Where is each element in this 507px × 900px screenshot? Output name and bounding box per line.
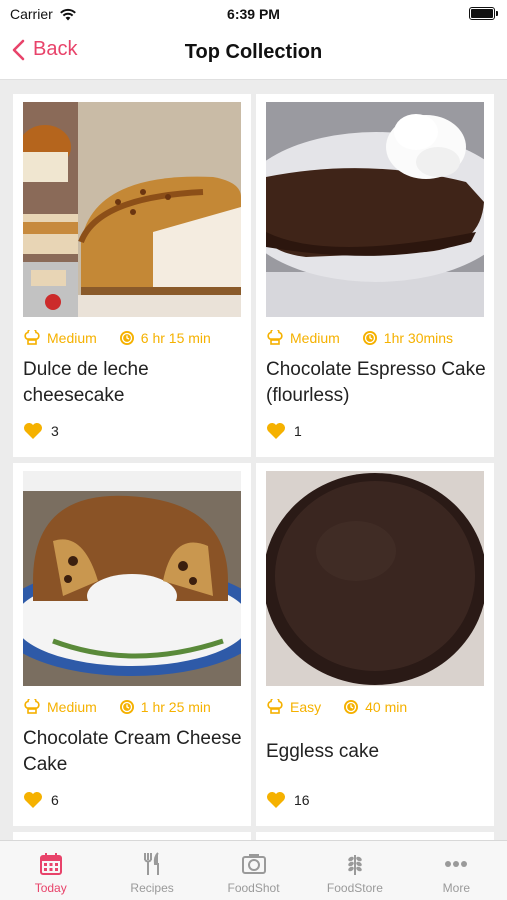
- chef-hat-icon: [267, 330, 283, 345]
- recipe-card-chocolate-cream-cheese[interactable]: Medium 1 hr 25 min Chocolate Cream Chees…: [13, 463, 251, 826]
- tab-recipes[interactable]: Recipes: [101, 841, 202, 900]
- recipe-card-partial[interactable]: [13, 832, 251, 840]
- like-count[interactable]: 6: [23, 791, 59, 809]
- battery-icon: [469, 7, 498, 20]
- recipe-card-chocolate-espresso[interactable]: Medium 1hr 30mins Chocolate Espresso Cak…: [256, 94, 494, 457]
- heart-icon: [267, 423, 285, 439]
- difficulty-label: Medium: [47, 330, 97, 346]
- cook-time-label: 40 min: [365, 699, 408, 715]
- recipe-title: Dulce de leche cheesecake: [23, 359, 149, 406]
- tab-label: FoodShot: [227, 881, 280, 895]
- tab-more[interactable]: More: [406, 841, 507, 900]
- tab-label: Recipes: [130, 881, 174, 895]
- wheat-icon: [348, 855, 362, 875]
- like-count[interactable]: 1: [266, 422, 302, 440]
- recipe-photo: [23, 102, 241, 317]
- chef-hat-icon: [267, 699, 283, 714]
- like-count-value: 6: [51, 792, 59, 808]
- tab-foodstore[interactable]: FoodStore: [304, 841, 405, 900]
- like-count[interactable]: 3: [23, 422, 59, 440]
- difficulty-label: Medium: [290, 330, 340, 346]
- ellipsis-icon: [445, 861, 468, 867]
- recipe-card-partial[interactable]: [256, 832, 494, 840]
- calendar-icon: [39, 853, 62, 875]
- heart-icon: [24, 792, 42, 808]
- chef-hat-icon: [24, 699, 40, 714]
- recipe-photo: [266, 102, 484, 317]
- camera-icon: [241, 854, 266, 874]
- difficulty-label: Easy: [290, 699, 322, 715]
- recipe-meta: Medium 6 hr 15 min: [23, 330, 211, 346]
- recipe-collection[interactable]: Medium 6 hr 15 min Dulce de leche cheese…: [0, 80, 507, 840]
- recipe-title: Chocolate Cream Cheese Cake: [23, 728, 242, 775]
- difficulty-label: Medium: [47, 699, 97, 715]
- page-title: Top Collection: [184, 41, 323, 63]
- cook-time-label: 1 hr 25 min: [140, 699, 211, 715]
- recipe-meta: Medium 1hr 30mins: [266, 330, 453, 346]
- fork-knife-icon: [144, 852, 160, 875]
- like-count-value: 3: [51, 423, 59, 439]
- like-count-value: 16: [294, 792, 310, 808]
- heart-icon: [24, 423, 42, 439]
- navigation-bar: Back Top Collection: [0, 28, 507, 80]
- heart-icon: [267, 792, 285, 808]
- recipe-title: Eggless cake: [266, 741, 380, 762]
- like-count-value: 1: [294, 423, 302, 439]
- cook-time-label: 6 hr 15 min: [140, 330, 211, 346]
- tab-today[interactable]: Today: [0, 841, 101, 900]
- recipe-photo: [266, 471, 484, 686]
- recipe-card-eggless-cake[interactable]: Easy 40 min Eggless cake 16: [256, 463, 494, 826]
- recipe-title: Chocolate Espresso Cake (flourless): [266, 359, 486, 406]
- tab-label: FoodStore: [326, 881, 383, 895]
- recipe-card-dulce-de-leche[interactable]: Medium 6 hr 15 min Dulce de leche cheese…: [13, 94, 251, 457]
- recipe-photo: [23, 471, 241, 686]
- tab-label: Today: [34, 881, 67, 895]
- chef-hat-icon: [24, 330, 40, 345]
- timer-icon: [119, 331, 134, 345]
- cook-time-label: 1hr 30mins: [383, 330, 454, 346]
- status-time: 6:39 PM: [227, 6, 280, 22]
- tab-label: More: [442, 881, 470, 895]
- timer-icon: [344, 700, 359, 714]
- recipe-meta: Medium 1 hr 25 min: [23, 699, 211, 715]
- tab-foodshot[interactable]: FoodShot: [203, 841, 304, 900]
- tab-bar: Today Recipes FoodShot FoodStore More: [0, 840, 507, 900]
- status-bar: Carrier 6:39 PM: [0, 0, 507, 28]
- recipe-grid: Medium 6 hr 15 min Dulce de leche cheese…: [13, 94, 494, 840]
- like-count[interactable]: 16: [266, 791, 310, 809]
- timer-icon: [362, 331, 377, 345]
- timer-icon: [119, 700, 134, 714]
- recipe-meta: Easy 40 min: [266, 699, 407, 715]
